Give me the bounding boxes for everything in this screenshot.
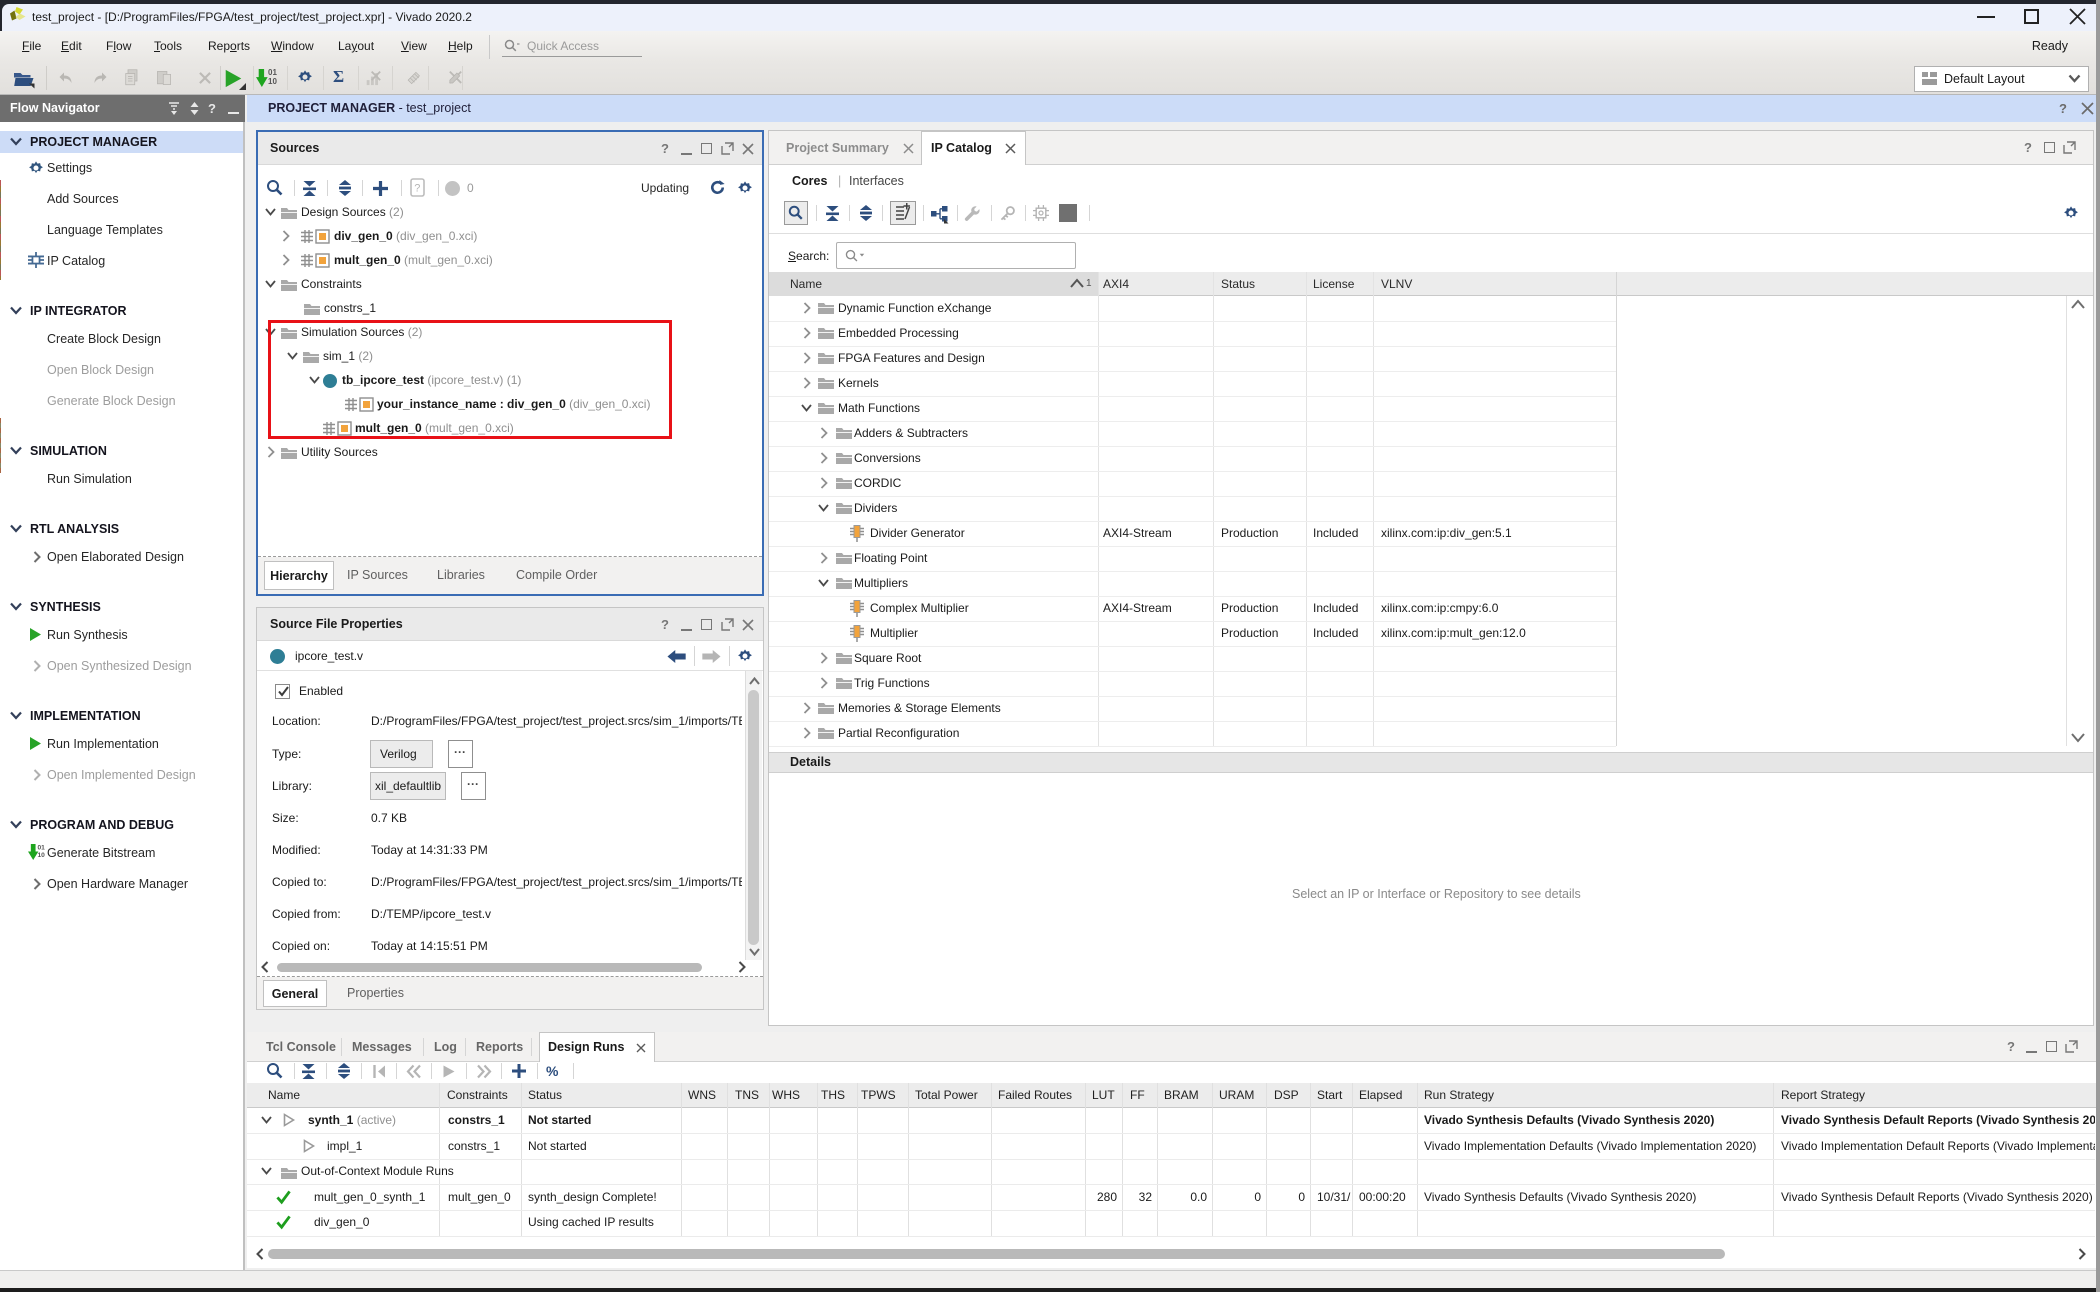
svg-text:10: 10 xyxy=(37,852,45,859)
svg-text:01: 01 xyxy=(37,845,45,852)
svg-text:?: ? xyxy=(414,183,420,195)
